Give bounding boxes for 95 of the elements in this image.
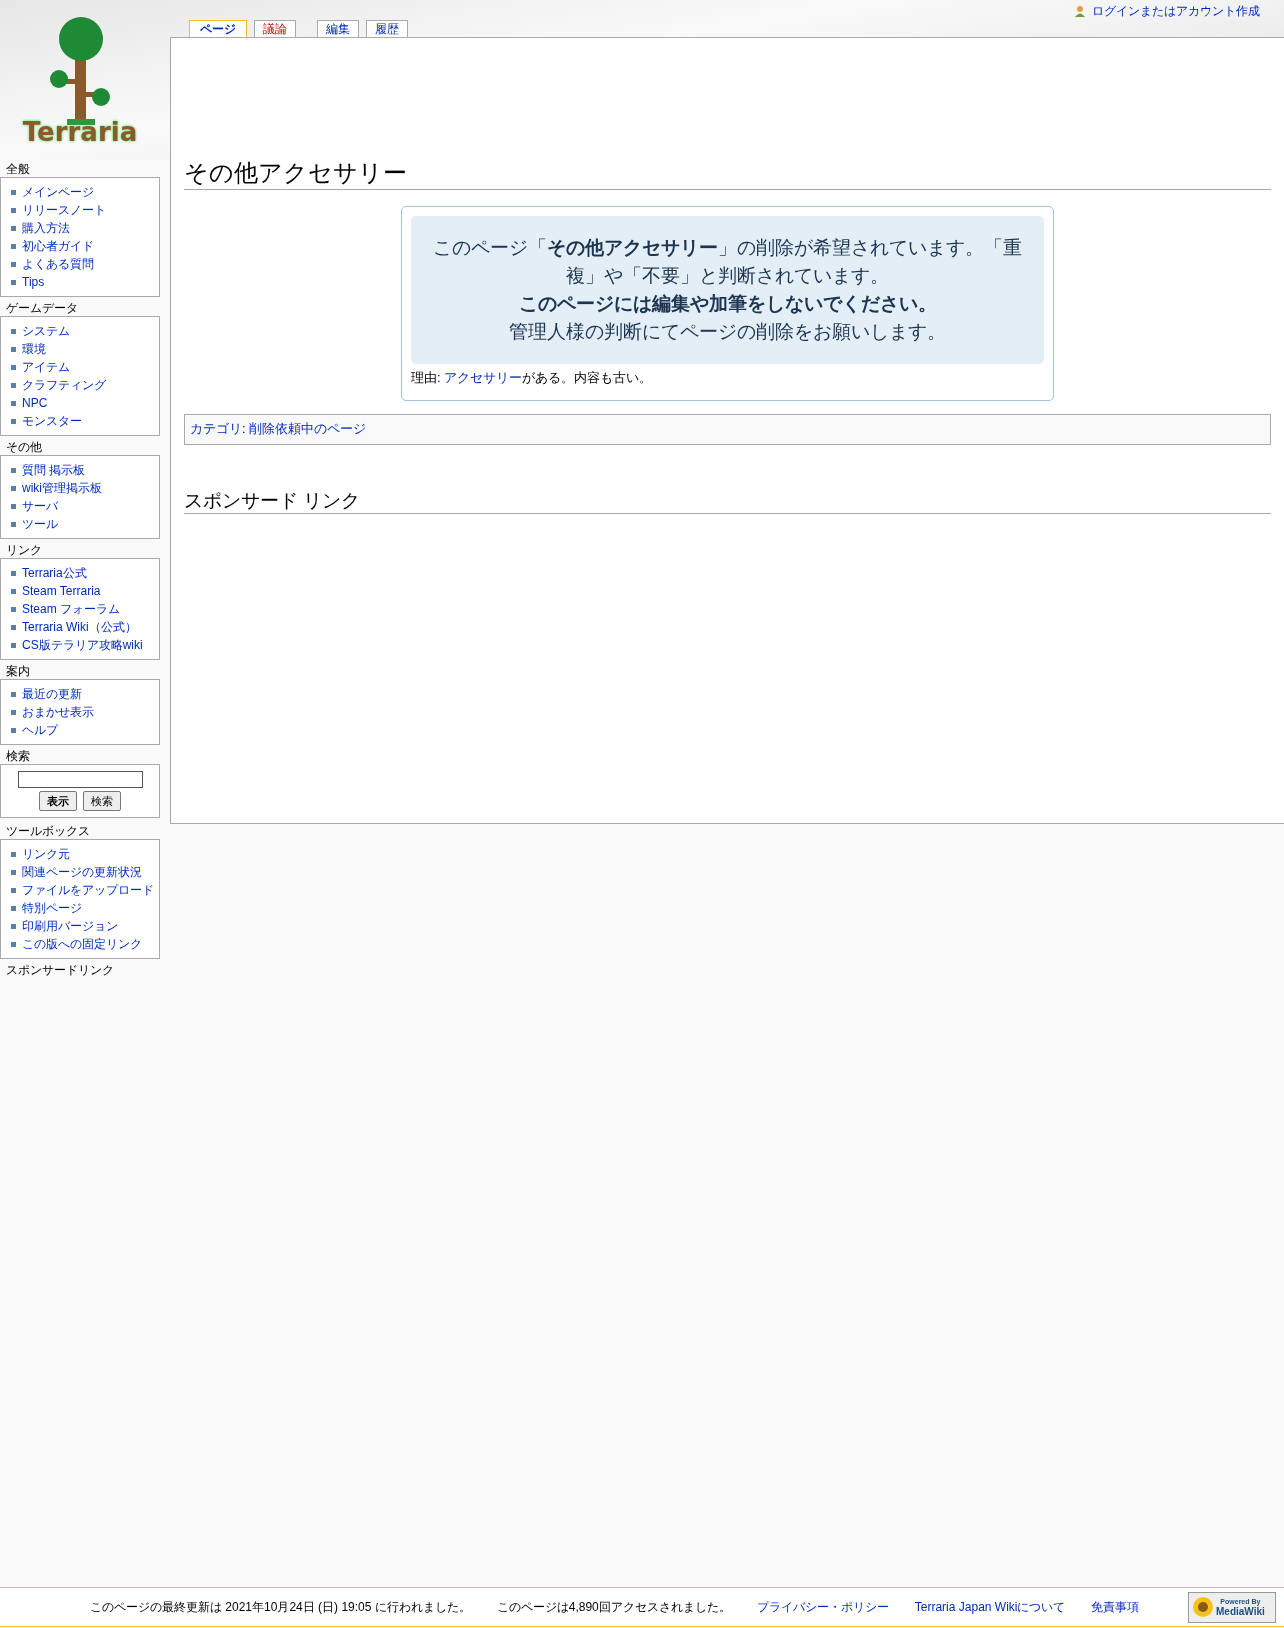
sidebar-link[interactable]: 初心者ガイド [22,237,94,255]
bullet-icon [11,328,16,334]
bullet-icon [11,503,16,509]
sidebar-link[interactable]: wiki管理掲示板 [22,479,102,497]
logo-text: Terraria [22,119,138,145]
bullet-icon [11,923,16,929]
sidebar-link[interactable]: システム [22,322,70,340]
sidebar-link[interactable]: Steam Terraria [22,582,101,600]
sidebar-link[interactable]: サーバ [22,497,58,515]
page-tab[interactable]: ページ [189,20,247,37]
reason-link[interactable]: アクセサリー [444,370,523,385]
user-icon [1074,5,1086,17]
notice-text: このページには編集や加筆をしないでください。 [517,292,938,316]
section-heading: スポンサード リンク [184,488,1271,514]
portlet-heading: 案内 [5,664,31,678]
sidebar-link[interactable]: NPC [22,394,48,412]
bullet-icon [11,709,16,715]
search-button[interactable]: 表示 [39,791,77,811]
sidebar-link[interactable]: Steam フォーラム [22,600,120,618]
bullet-icon [11,570,16,576]
sidebar-link[interactable]: Terraria Wiki（公式） [22,618,137,636]
portlet-heading: 検索 [5,749,31,763]
bullet-icon [11,588,16,594]
bullet-icon [11,364,16,370]
sidebar-link[interactable]: CS版テラリア攻略wiki [22,636,143,654]
bullet-icon [11,346,16,352]
portlet-heading: スポンサードリンク [5,963,115,977]
bullet-icon [11,485,16,491]
sidebar-link[interactable]: この版への固定リンク [22,935,142,953]
footer-link[interactable]: Terraria Japan Wikiについて [914,1598,1066,1616]
footer-text: このページは4,890回アクセスされました。 [496,1599,731,1616]
bullet-icon [11,279,16,285]
bullet-icon [11,624,16,630]
bullet-icon [11,521,16,527]
sidebar-link[interactable]: アイテム [22,358,70,376]
notice-text: 管理人様の判断にてページの削除をお願いします。 [508,320,947,344]
sidebar-link[interactable]: 関連ページの更新状況 [22,863,142,881]
bullet-icon [11,467,16,473]
sidebar-link[interactable]: おまかせ表示 [22,703,94,721]
bullet-icon [11,243,16,249]
bullet-icon [11,606,16,612]
bullet-icon [11,642,16,648]
bullet-icon [11,905,16,911]
category-link[interactable]: カテゴリ [190,421,242,437]
footer-link[interactable]: 免責事項 [1091,1598,1140,1616]
page-tab[interactable]: 編集 [317,20,359,37]
sidebar-link[interactable]: 印刷用バージョン [22,917,118,935]
portlet-heading: ゲームデータ [5,301,79,315]
bullet-icon [11,189,16,195]
sidebar-link[interactable]: 質問 掲示板 [22,461,86,479]
bullet-icon [11,941,16,947]
search-button[interactable]: 検索 [83,791,121,811]
bullet-icon [11,691,16,697]
portlet-heading: ツールボックス [5,824,91,838]
sidebar-link[interactable]: クラフティング [22,376,106,394]
sidebar-link[interactable]: リリースノート [22,201,106,219]
bullet-icon [11,727,16,733]
portlet-heading: 全般 [5,162,31,176]
category-link[interactable]: 削除依頼中のページ [249,419,367,439]
flower-icon [1192,1596,1214,1618]
sidebar-link[interactable]: 環境 [22,340,46,358]
footer-text: このページの最終更新は 2021年10月24日 (日) 19:05 に行われました。 [90,1599,471,1616]
portlet-heading: その他 [5,440,43,454]
sidebar-link[interactable]: ヘルプ [22,721,58,739]
bullet-icon [11,418,16,424]
category-label: カテゴリ: [190,420,247,439]
bullet-icon [11,207,16,213]
page-title: その他アクセサリー [184,158,1271,190]
reason-text: 理由: アクセサリーがある。内容も古い。 [411,369,654,387]
login-link[interactable]: ログインまたはアカウント作成 [1092,2,1260,20]
notice-text: このページ「その他アクセサリー」の削除が希望されています。「重複」や「不要」と判断されています。 [432,236,1023,288]
bullet-icon [11,382,16,388]
bullet-icon [11,887,16,893]
sidebar-link[interactable]: 特別ページ [22,899,82,917]
sidebar-link[interactable]: 最近の更新 [22,685,82,703]
sidebar-link[interactable]: ファイルをアップロード [22,881,154,899]
search-field[interactable] [17,771,143,788]
page-tab[interactable]: 履歴 [366,20,408,37]
bullet-icon [11,851,16,857]
portlet-heading: リンク [5,543,43,557]
bullet-icon [11,400,16,406]
sidebar-link[interactable]: ツール [22,515,58,533]
bullet-icon [11,261,16,267]
sidebar-link[interactable]: リンク元 [22,845,70,863]
sidebar-link[interactable]: モンスター [22,412,82,430]
bullet-icon [11,225,16,231]
sidebar-link[interactable]: Tips [22,273,45,291]
sidebar-link[interactable]: 購入方法 [22,219,70,237]
footer-link[interactable]: プライバシー・ポリシー [756,1598,889,1616]
sidebar-link[interactable]: メインページ [22,183,94,201]
sidebar-link[interactable]: Terraria公式 [22,564,87,582]
badge-text: MediaWiki [1216,1607,1265,1617]
sidebar-link[interactable]: よくある質問 [22,255,94,273]
page-tab[interactable]: 議論 [254,20,296,37]
bullet-icon [11,869,16,875]
